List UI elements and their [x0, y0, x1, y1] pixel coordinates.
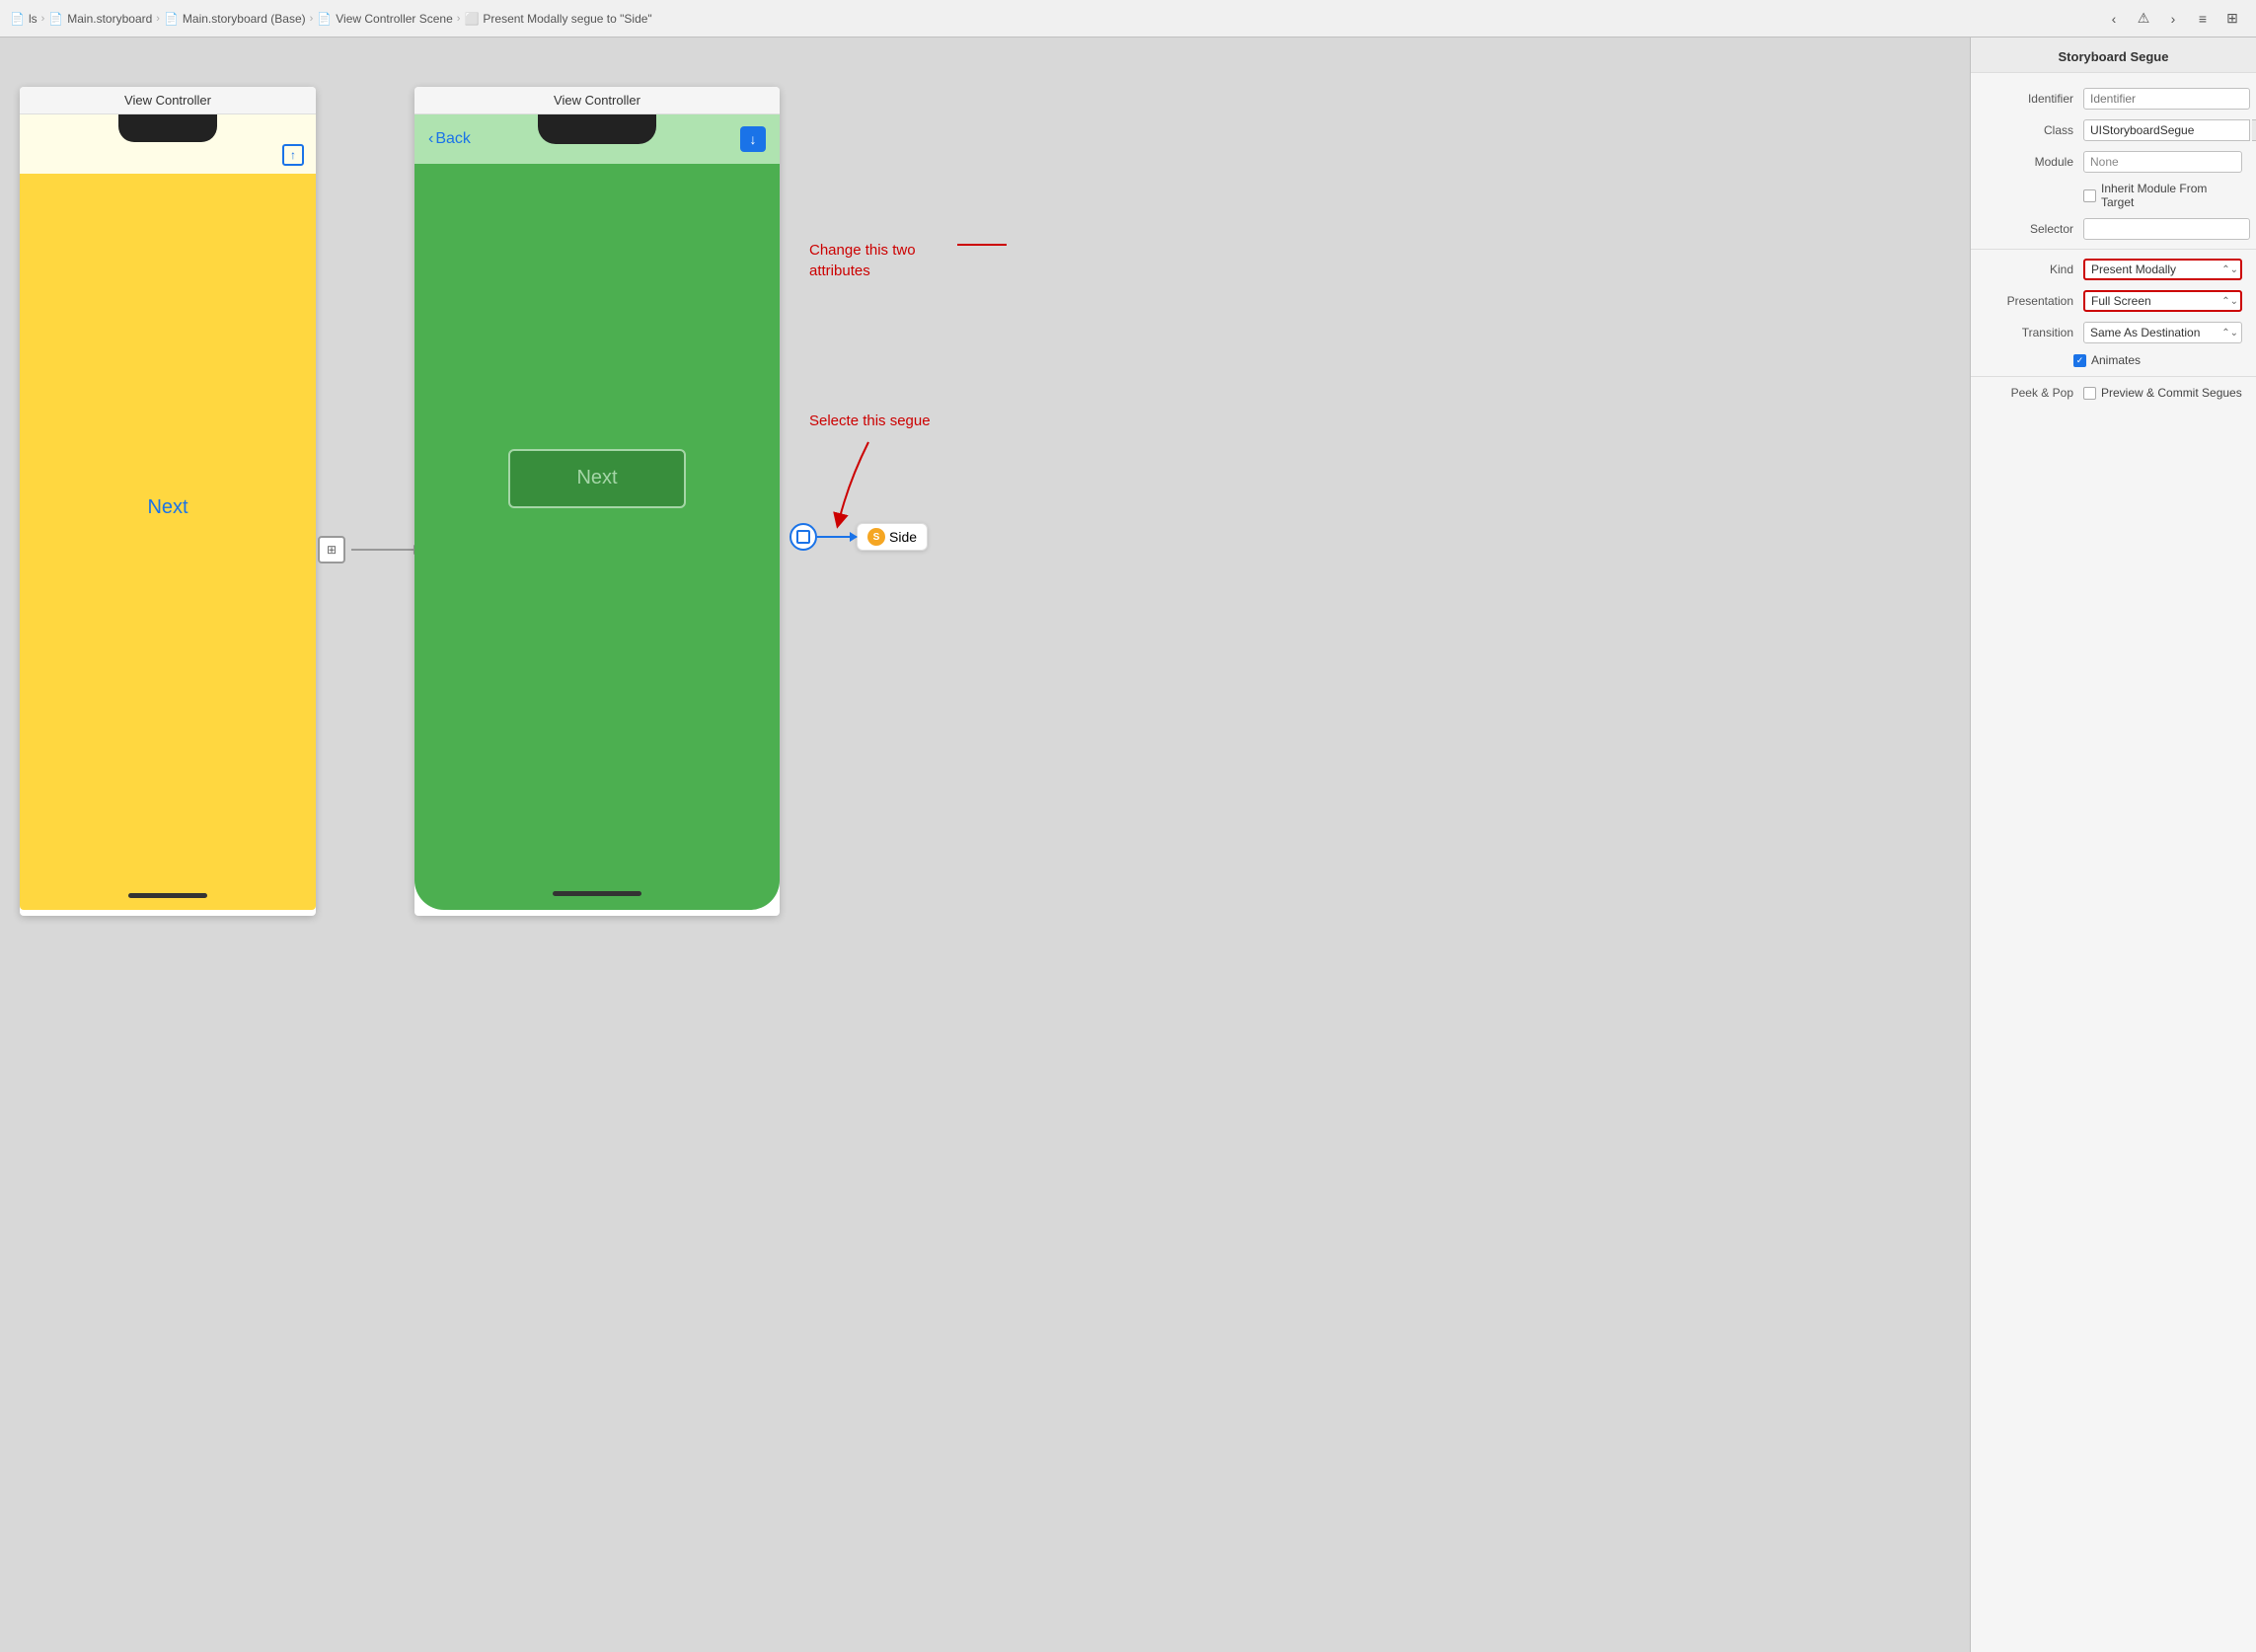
- transition-select[interactable]: Same As Destination Cover Vertical Flip …: [2083, 322, 2242, 343]
- selector-row: Selector: [1971, 213, 2256, 245]
- vc-second-title: View Controller: [414, 87, 780, 114]
- module-select[interactable]: None: [2083, 151, 2242, 173]
- file-icon-3: 📄: [164, 12, 179, 26]
- file-icon-4: 📄: [317, 12, 332, 26]
- peek-checkbox-label: Preview & Commit Segues: [2101, 386, 2242, 400]
- panel-body: Identifier Class ⚠ › Module None: [1971, 73, 2256, 1652]
- annotation-arrow-change: [957, 235, 1016, 274]
- selector-input[interactable]: [2083, 218, 2250, 240]
- identifier-input[interactable]: [2083, 88, 2250, 110]
- divider-1: [1971, 249, 2256, 250]
- file-icon-2: 📄: [48, 12, 63, 26]
- segue-icon-gray: ⊞: [318, 536, 345, 563]
- main-toolbar: 📄 ls › 📄 Main.storyboard › 📄 Main.storyb…: [0, 0, 2256, 38]
- nav-right-icon[interactable]: ↓: [740, 126, 766, 152]
- toolbar-icons: ‹ ⚠ › ≡ ⊞: [2100, 5, 2246, 33]
- class-input[interactable]: [2083, 119, 2250, 141]
- vc-first-phone-frame: ↑ Next: [20, 114, 316, 910]
- annotation-arrow-select: [829, 442, 908, 531]
- transition-row: Transition Same As Destination Cover Ver…: [1971, 317, 2256, 348]
- segue-arrow-line: [817, 536, 857, 538]
- breadcrumb-item-5[interactable]: ⬜ Present Modally segue to "Side": [464, 12, 651, 26]
- divider-2: [1971, 376, 2256, 377]
- right-panel: Storyboard Segue Identifier Class ⚠ › Mo…: [1970, 38, 2256, 1652]
- panel-title: Storyboard Segue: [1971, 38, 2256, 73]
- next-label-first: Next: [147, 496, 188, 519]
- inherit-row: Inherit Module From Target: [1971, 178, 2256, 213]
- gray-arrow: [351, 549, 420, 551]
- kind-select[interactable]: Present Modally Show Show Detail Present…: [2083, 259, 2242, 280]
- nav-back-label: Back: [435, 130, 471, 148]
- class-warning-button[interactable]: ⚠: [2252, 119, 2256, 141]
- peek-row: Peek & Pop Preview & Commit Segues: [1971, 381, 2256, 405]
- module-row: Module None: [1971, 146, 2256, 178]
- vc-first-title: View Controller: [20, 87, 316, 114]
- identifier-label: Identifier: [1985, 92, 2073, 106]
- transition-select-wrap: Same As Destination Cover Vertical Flip …: [2083, 322, 2242, 343]
- breadcrumb-sep-4: ›: [457, 13, 461, 25]
- breadcrumb: 📄 ls › 📄 Main.storyboard › 📄 Main.storyb…: [10, 12, 2096, 26]
- inherit-label: Inherit Module From Target: [2101, 182, 2242, 209]
- chevron-left-icon: ‹: [428, 130, 433, 148]
- breadcrumb-item-4[interactable]: 📄 View Controller Scene: [317, 12, 452, 26]
- main-content: View Controller ↑ Next ⊞ View Controller: [0, 38, 2256, 1652]
- vc-second-phone-frame: ‹ Back ↓ Next: [414, 114, 780, 910]
- gray-arrow-line: [351, 549, 420, 551]
- animates-checkbox[interactable]: [2073, 354, 2086, 367]
- module-select-wrap: None: [2083, 151, 2242, 173]
- breadcrumb-sep-3: ›: [310, 13, 314, 25]
- next-button-second[interactable]: Next: [508, 449, 686, 508]
- peek-checkbox[interactable]: [2083, 387, 2096, 400]
- phone-home-1: [128, 893, 207, 898]
- segue-icon: ⬜: [464, 12, 479, 26]
- segue-circle-blue[interactable]: [790, 523, 817, 551]
- animates-label: Animates: [2091, 353, 2141, 367]
- presentation-select-wrap: Full Screen Page Sheet Form Sheet Curren…: [2083, 290, 2242, 312]
- warning-button[interactable]: ⚠: [2130, 5, 2157, 33]
- canvas-area: View Controller ↑ Next ⊞ View Controller: [0, 38, 1970, 1652]
- class-label: Class: [1985, 123, 2073, 137]
- annotation-select-text: Selecte this segue: [809, 413, 931, 429]
- nav-back-button[interactable]: ‹ Back: [428, 130, 471, 148]
- selector-label: Selector: [1985, 222, 2073, 236]
- phone-home-2: [553, 891, 641, 896]
- forward-button[interactable]: ›: [2159, 5, 2187, 33]
- transition-label: Transition: [1985, 326, 2073, 339]
- peek-checkbox-wrap: Preview & Commit Segues: [2083, 386, 2242, 400]
- kind-row: Kind Present Modally Show Show Detail Pr…: [1971, 254, 2256, 285]
- back-button[interactable]: ‹: [2100, 5, 2128, 33]
- class-wrap: ⚠ ›: [2083, 119, 2256, 141]
- presentation-row: Presentation Full Screen Page Sheet Form…: [1971, 285, 2256, 317]
- menu-button[interactable]: ≡: [2189, 5, 2217, 33]
- peek-label: Peek & Pop: [1985, 386, 2073, 400]
- gray-segue-arrow: ⊞: [318, 536, 420, 563]
- segue-circle-inner: [796, 530, 810, 544]
- phone-notch-1: [118, 114, 217, 142]
- breadcrumb-item-3[interactable]: 📄 Main.storyboard (Base): [164, 12, 306, 26]
- grid-button[interactable]: ⊞: [2218, 5, 2246, 33]
- vc-first-panel: View Controller ↑ Next: [20, 87, 316, 916]
- annotation-change-text: Change this two attributes: [809, 240, 916, 281]
- vc-second-panel: View Controller ‹ Back ↓ Next: [414, 87, 780, 916]
- file-icon-1: 📄: [10, 12, 25, 26]
- class-row: Class ⚠ ›: [1971, 114, 2256, 146]
- breadcrumb-item-1[interactable]: 📄 ls: [10, 12, 38, 26]
- animates-row: Animates: [1971, 348, 2256, 372]
- breadcrumb-item-2[interactable]: 📄 Main.storyboard: [48, 12, 152, 26]
- share-icon[interactable]: ↑: [282, 144, 304, 166]
- presentation-label: Presentation: [1985, 294, 2073, 308]
- kind-select-wrap: Present Modally Show Show Detail Present…: [2083, 259, 2242, 280]
- breadcrumb-sep-1: ›: [41, 13, 45, 25]
- module-label: Module: [1985, 155, 2073, 169]
- kind-label: Kind: [1985, 263, 2073, 276]
- phone-notch-2: [538, 114, 656, 144]
- presentation-select[interactable]: Full Screen Page Sheet Form Sheet Curren…: [2083, 290, 2242, 312]
- identifier-row: Identifier: [1971, 83, 2256, 114]
- side-badge-label: Side: [889, 529, 917, 545]
- inherit-checkbox[interactable]: [2083, 189, 2096, 202]
- breadcrumb-sep-2: ›: [156, 13, 160, 25]
